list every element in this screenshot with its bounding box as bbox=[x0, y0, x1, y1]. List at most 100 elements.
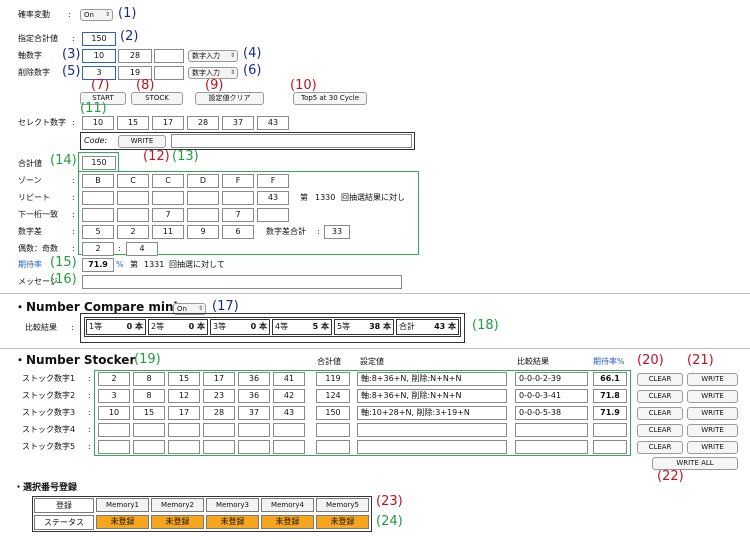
colon: : bbox=[88, 408, 91, 417]
kitai-round: 1331 bbox=[144, 260, 165, 269]
chevron-updown-icon: ⇕ bbox=[229, 52, 235, 59]
select-number-4[interactable]: 28 bbox=[187, 116, 219, 130]
stock-number-cell: 36 bbox=[238, 389, 270, 403]
kakuritsu-select[interactable]: On ⇕ bbox=[80, 9, 113, 21]
stock-clear-button[interactable]: CLEAR bbox=[637, 424, 683, 437]
select-label: セレクト数字 bbox=[18, 118, 66, 127]
memory1-button[interactable]: Memory1 bbox=[96, 498, 149, 512]
guki-odd-value: 4 bbox=[126, 242, 158, 256]
compare-cell-value: 5 本 bbox=[312, 322, 329, 331]
guki-even-value: 2 bbox=[82, 242, 114, 256]
repeat-cell-2 bbox=[117, 191, 149, 205]
stock-clear-button[interactable]: CLEAR bbox=[637, 373, 683, 386]
repeat-round-suffix: 回抽選結果に対し bbox=[341, 193, 405, 202]
stock-result-cell: 0-0-0-2-39 bbox=[515, 372, 588, 386]
memory-row1-label: 登録 bbox=[34, 498, 94, 513]
stock-result-cell bbox=[515, 423, 588, 437]
kakuritsu-label: 確率変動 bbox=[18, 10, 50, 19]
jiku-input-2[interactable]: 28 bbox=[118, 49, 152, 63]
select-number-6[interactable]: 43 bbox=[257, 116, 289, 130]
code-input[interactable] bbox=[171, 134, 412, 148]
jiku-mode-value: 数字入力 bbox=[192, 52, 220, 60]
stock-rate-cell: 71.9 bbox=[593, 406, 627, 420]
memory2-button[interactable]: Memory2 bbox=[151, 498, 204, 512]
sakujo-input-3[interactable] bbox=[154, 66, 184, 80]
stock-clear-button[interactable]: CLEAR bbox=[637, 390, 683, 403]
shimo-cell-4 bbox=[187, 208, 219, 222]
stock-total-cell: 150 bbox=[316, 406, 350, 420]
stock-total-cell: 124 bbox=[316, 389, 350, 403]
stock-number-cell: 15 bbox=[168, 372, 200, 386]
stock-result-cell bbox=[515, 440, 588, 454]
stock-write-button[interactable]: WRITE bbox=[687, 407, 738, 420]
select-number-2[interactable]: 15 bbox=[117, 116, 149, 130]
stock-total-cell bbox=[316, 440, 350, 454]
stock-setting-cell: 軸:8+36+N, 削除:N+N+N bbox=[357, 389, 507, 403]
stock-button[interactable]: STOCK bbox=[131, 92, 183, 105]
repeat-round: 1330 bbox=[315, 193, 336, 202]
jiku-label: 軸数字 bbox=[18, 51, 42, 60]
stock-number-cell: 2 bbox=[98, 372, 130, 386]
goukei-value: 150 bbox=[82, 156, 116, 170]
stock-number-cell bbox=[168, 423, 200, 437]
zone-cell-1: B bbox=[82, 174, 114, 188]
colon: : bbox=[72, 210, 75, 219]
select-number-3[interactable]: 17 bbox=[152, 116, 184, 130]
stock-write-button[interactable]: WRITE bbox=[687, 390, 738, 403]
shimo-cell-3: 7 bbox=[152, 208, 184, 222]
annotation-23: (23) bbox=[376, 494, 403, 509]
repeat-cell-1 bbox=[82, 191, 114, 205]
annotation-14: (14) bbox=[50, 153, 77, 168]
sa-label: 数字差 bbox=[18, 227, 42, 236]
memory3-status: 未登録 bbox=[206, 515, 259, 529]
annotation-19: (19) bbox=[134, 352, 161, 367]
jiku-mode-select[interactable]: 数字入力 ⇕ bbox=[188, 50, 238, 62]
memory5-button[interactable]: Memory5 bbox=[316, 498, 369, 512]
stock-row-label: ストック数字3 bbox=[22, 408, 76, 417]
annotation-16: (16) bbox=[50, 272, 77, 287]
select-number-1[interactable]: 10 bbox=[82, 116, 114, 130]
compare-cell-1: 1等 0 本 bbox=[86, 319, 146, 335]
top5-button[interactable]: Top5 at 30 Cycle bbox=[293, 92, 367, 105]
memory4-button[interactable]: Memory4 bbox=[261, 498, 314, 512]
shimo-cell-2 bbox=[117, 208, 149, 222]
stock-number-cell bbox=[133, 440, 165, 454]
stock-number-cell: 28 bbox=[203, 406, 235, 420]
stock-number-cell: 43 bbox=[273, 406, 305, 420]
clear-settings-button[interactable]: 設定値クリア bbox=[195, 92, 264, 105]
goukei-target-label: 指定合計値 bbox=[18, 34, 58, 43]
stock-rate-cell bbox=[593, 440, 627, 454]
jiku-input-1[interactable]: 10 bbox=[82, 49, 116, 63]
col-hikaku-header: 比較結果 bbox=[517, 357, 549, 366]
compare-cell-name: 2等 bbox=[151, 322, 165, 331]
code-write-button[interactable]: WRITE bbox=[118, 135, 166, 148]
stock-number-cell: 15 bbox=[133, 406, 165, 420]
compare-label: 比較結果 bbox=[25, 323, 57, 332]
stock-clear-button[interactable]: CLEAR bbox=[637, 441, 683, 454]
select-number-5[interactable]: 37 bbox=[222, 116, 254, 130]
jiku-input-3[interactable] bbox=[154, 49, 184, 63]
stock-clear-button[interactable]: CLEAR bbox=[637, 407, 683, 420]
memory3-button[interactable]: Memory3 bbox=[206, 498, 259, 512]
stock-number-cell: 3 bbox=[98, 389, 130, 403]
goukei-target-input[interactable]: 150 bbox=[82, 32, 116, 46]
stock-row-label: ストック数字2 bbox=[22, 391, 76, 400]
sa-cell-2: 2 bbox=[117, 225, 149, 239]
zone-cell-3: C bbox=[152, 174, 184, 188]
zone-cell-2: C bbox=[117, 174, 149, 188]
stock-row-label: ストック数字5 bbox=[22, 442, 76, 451]
repeat-cell-5 bbox=[222, 191, 254, 205]
colon: : bbox=[317, 227, 320, 236]
sakujo-label: 削除数字 bbox=[18, 68, 50, 77]
stock-write-button[interactable]: WRITE bbox=[687, 441, 738, 454]
stock-write-button[interactable]: WRITE bbox=[687, 424, 738, 437]
annotation-15: (15) bbox=[50, 255, 77, 270]
zone-label: ゾーン bbox=[18, 176, 42, 185]
stock-number-cell bbox=[238, 440, 270, 454]
stock-number-cell bbox=[98, 440, 130, 454]
sa-cell-5: 6 bbox=[222, 225, 254, 239]
stock-write-button[interactable]: WRITE bbox=[687, 373, 738, 386]
stock-number-cell: 8 bbox=[133, 389, 165, 403]
kitai-value: 71.9 bbox=[82, 258, 114, 272]
stock-rate-cell: 66.1 bbox=[593, 372, 627, 386]
